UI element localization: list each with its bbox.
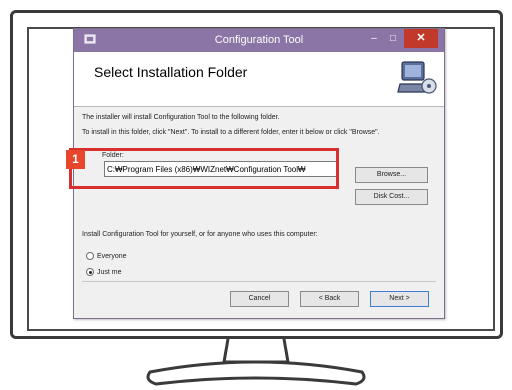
folder-highlight-box <box>69 148 339 189</box>
cancel-button[interactable]: Cancel <box>230 291 289 307</box>
radio-everyone[interactable]: Everyone <box>86 251 127 261</box>
install-for-text: Install Configuration Tool for yourself,… <box>82 231 318 238</box>
radio-everyone-label: Everyone <box>97 252 127 260</box>
minimize-button[interactable]: – <box>367 32 381 46</box>
maximize-button[interactable]: □ <box>386 32 400 46</box>
back-button[interactable]: < Back <box>300 291 359 307</box>
description-line-1: The installer will install Configuration… <box>82 114 280 121</box>
footer-divider <box>82 281 436 282</box>
header-panel: Select Installation Folder <box>74 52 444 107</box>
radio-just-me-circle[interactable] <box>86 268 94 276</box>
browse-button[interactable]: Browse... <box>355 167 428 183</box>
radio-just-me[interactable]: Just me <box>86 267 122 277</box>
title-bar[interactable]: Configuration Tool – □ ✕ <box>74 29 444 52</box>
description-line-2: To install in this folder, click "Next".… <box>82 129 380 136</box>
radio-just-me-label: Just me <box>97 268 122 276</box>
next-button[interactable]: Next > <box>370 291 429 307</box>
radio-everyone-circle[interactable] <box>86 252 94 260</box>
page-title: Select Installation Folder <box>94 64 248 80</box>
computer-disc-icon <box>397 61 437 94</box>
callout-number-badge: 1 <box>66 150 85 169</box>
close-button[interactable]: ✕ <box>404 29 438 48</box>
disk-cost-button[interactable]: Disk Cost... <box>355 189 428 205</box>
